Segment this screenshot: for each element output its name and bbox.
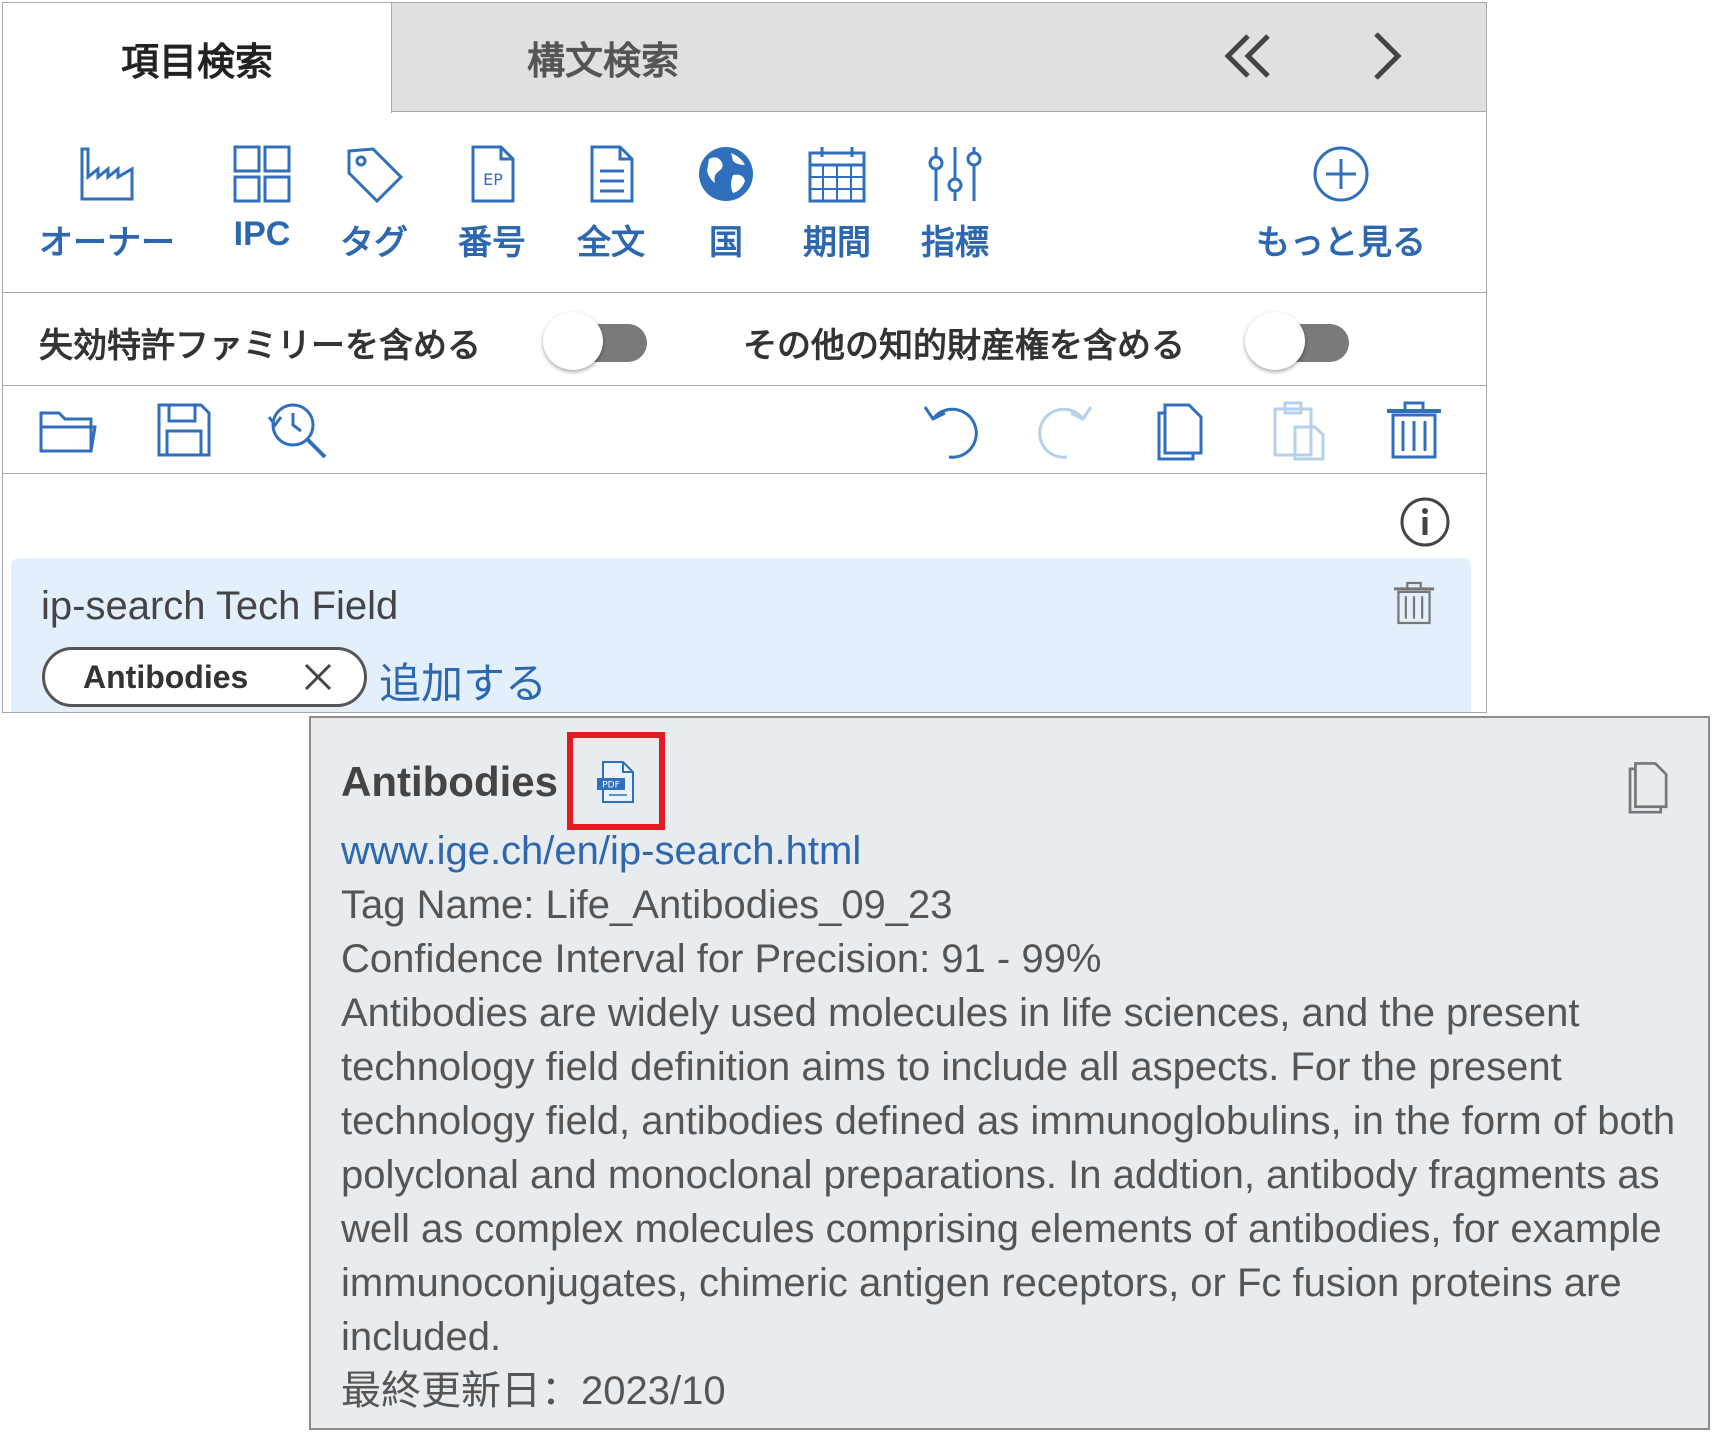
toolbar-owner[interactable]: オーナー: [39, 143, 175, 264]
toolbar-more[interactable]: もっと見る: [1256, 143, 1426, 264]
action-bar: [3, 387, 1486, 474]
document-icon: [590, 145, 634, 203]
tech-field-title: ip-search Tech Field: [41, 584, 399, 628]
trash-icon[interactable]: [1383, 399, 1445, 461]
lapsed-family-toggle[interactable]: [543, 312, 647, 370]
tooltip-body: www.ige.ch/en/ip-search.html Tag Name: L…: [341, 824, 1701, 1418]
toolbar-fulltext[interactable]: 全文: [577, 143, 645, 264]
calendar-icon: [808, 147, 866, 203]
tech-field-tooltip: Antibodies PDF www.ige.ch/en/ip-search.h…: [309, 716, 1710, 1430]
toolbar-period-label: 期間: [803, 224, 871, 262]
toolbar-tag[interactable]: タグ: [340, 143, 408, 264]
svg-text:PDF: PDF: [602, 781, 620, 791]
tab-syntax-search[interactable]: 構文検索: [393, 3, 813, 112]
toolbar-ipc-label: IPC: [233, 215, 291, 253]
tooltip-url-link[interactable]: www.ige.ch/en/ip-search.html: [341, 824, 1701, 878]
toolbar-more-label: もっと見る: [1256, 224, 1426, 262]
tag-icon: [347, 147, 404, 204]
tab-bar: 項目検索 構文検索: [3, 3, 1486, 113]
grid-icon: [233, 145, 291, 203]
toolbar-ipc[interactable]: IPC: [231, 143, 293, 254]
add-link[interactable]: 追加する: [379, 650, 547, 711]
chip-label: Antibodies: [83, 658, 249, 695]
toggle-row: 失効特許ファミリーを含める その他の知的財産権を含める: [3, 294, 1486, 386]
toolbar-fulltext-label: 全文: [577, 224, 645, 262]
search-panel: 項目検索 構文検索 オーナー IPC タグ EP 番号 全文 国 期間 指標 も…: [2, 2, 1487, 713]
double-chevron-left-icon[interactable]: [1213, 21, 1283, 91]
save-icon[interactable]: [153, 399, 215, 461]
toolbar-number-label: 番号: [458, 224, 526, 262]
tab-syntax-search-label: 構文検索: [526, 41, 679, 83]
tooltip-title: Antibodies: [341, 758, 558, 805]
antibodies-chip[interactable]: Antibodies: [42, 647, 367, 707]
tooltip-updated-date: 最終更新日：2023/10: [341, 1369, 726, 1413]
toolbar-country[interactable]: 国: [695, 143, 757, 264]
redo-icon[interactable]: [1035, 399, 1097, 461]
chevron-right-icon[interactable]: [1351, 21, 1421, 91]
tooltip-description: Antibodies are widely used molecules in …: [341, 991, 1676, 1359]
toolbar-number[interactable]: EP 番号: [458, 143, 526, 264]
toolbar-period[interactable]: 期間: [803, 143, 871, 264]
toolbar-owner-label: オーナー: [39, 224, 175, 262]
open-folder-icon[interactable]: [37, 399, 99, 461]
pdf-highlight-box: PDF: [567, 732, 665, 830]
toolbar-indicator[interactable]: 指標: [921, 143, 989, 264]
copy-icon[interactable]: [1151, 399, 1213, 461]
tooltip-confidence: Confidence Interval for Precision: 91 - …: [341, 937, 1102, 981]
paste-icon[interactable]: [1267, 399, 1329, 461]
tech-field-card: ip-search Tech Field Antibodies 追加する: [11, 558, 1471, 712]
tab-item-search-label: 項目検索: [120, 41, 273, 84]
search-history-icon[interactable]: [267, 399, 329, 461]
other-ip-toggle[interactable]: [1245, 312, 1349, 370]
factory-icon: [80, 147, 134, 201]
sliders-icon: [928, 147, 982, 201]
other-ip-label: その他の知的財産権を含める: [743, 327, 1185, 365]
tab-item-search[interactable]: 項目検索: [3, 3, 392, 113]
info-icon[interactable]: [1399, 496, 1451, 548]
toolbar-tag-label: タグ: [340, 224, 408, 262]
toolbar-country-label: 国: [709, 224, 743, 262]
tooltip-copy-icon[interactable]: [1621, 758, 1677, 814]
globe-icon: [699, 147, 753, 201]
toolbar-indicator-label: 指標: [921, 224, 989, 262]
undo-icon[interactable]: [919, 399, 981, 461]
svg-text:EP: EP: [483, 170, 503, 189]
pdf-icon[interactable]: PDF: [595, 760, 639, 804]
close-icon[interactable]: [302, 661, 334, 693]
tooltip-tag-name: Tag Name: Life_Antibodies_09_23: [341, 883, 953, 927]
field-trash-icon[interactable]: [1391, 580, 1437, 626]
lapsed-family-label: 失効特許ファミリーを含める: [39, 327, 481, 365]
ep-document-icon: EP: [471, 145, 515, 203]
plus-circle-icon: [1313, 146, 1369, 202]
search-field-toolbar: オーナー IPC タグ EP 番号 全文 国 期間 指標 もっと見る: [3, 113, 1486, 293]
